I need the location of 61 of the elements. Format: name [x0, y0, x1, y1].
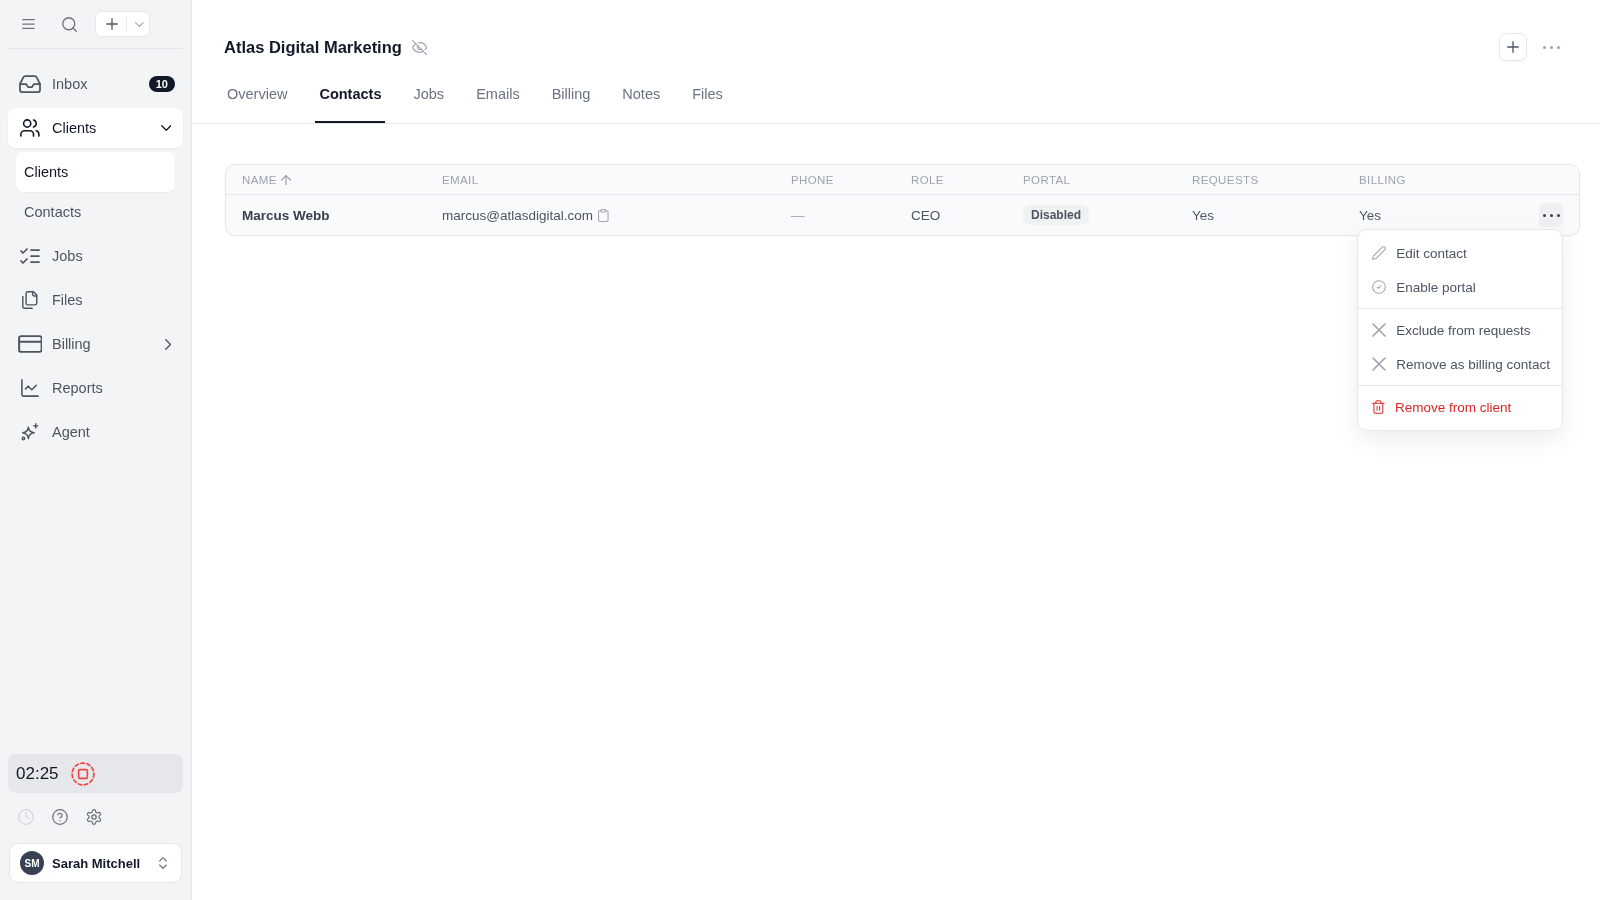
nav-item[interactable]: Jobs: [8, 236, 183, 276]
email-address: marcus@atlasdigital.com: [442, 207, 593, 223]
dots-icon: [1542, 213, 1560, 217]
nav-subitem[interactable]: Clients: [16, 152, 175, 192]
menu-item[interactable]: Exclude from requests: [1358, 313, 1562, 347]
sparkle-icon: [21, 423, 39, 441]
contact-name: Marcus Webb: [242, 207, 330, 223]
x-icon: [1372, 323, 1387, 337]
pencil-icon: [1372, 246, 1387, 260]
more-icon[interactable]: [1543, 45, 1560, 49]
plus-icon: [1507, 41, 1519, 53]
timer-text: 02:25: [16, 763, 59, 784]
tab[interactable]: Contacts: [315, 73, 386, 123]
users-icon: [20, 119, 40, 137]
tab[interactable]: Files: [688, 73, 727, 123]
menu-item[interactable]: Remove from client: [1358, 390, 1562, 424]
menu-item[interactable]: Remove as billing contact: [1358, 347, 1562, 381]
inbox-icon: [19, 75, 41, 93]
check-circle-icon: [1372, 280, 1387, 294]
caret-icon[interactable]: [134, 21, 144, 27]
user-menu-button[interactable]: SM Sarah Mitchell: [9, 843, 182, 883]
role-text: CEO: [911, 207, 941, 223]
plus-icon[interactable]: [105, 18, 118, 30]
chevron-up-down-icon: [159, 857, 167, 869]
new-item-button[interactable]: [94, 11, 150, 37]
line-chart-icon: [21, 379, 39, 397]
tab[interactable]: Overview: [223, 73, 292, 123]
clipboard-icon[interactable]: [598, 208, 609, 222]
nav-item[interactable]: Reports: [8, 368, 183, 408]
tab[interactable]: Notes: [618, 73, 665, 123]
tab[interactable]: Billing: [547, 73, 595, 123]
billing-value: Yes: [1359, 207, 1382, 223]
status-badge: Disabled: [1023, 205, 1089, 225]
trash-icon: [1372, 400, 1385, 414]
nav-subitem[interactable]: Contacts: [16, 192, 175, 232]
tab[interactable]: Jobs: [409, 73, 449, 123]
menu-item[interactable]: Enable portal: [1358, 270, 1562, 304]
nav-item[interactable]: Agent: [8, 412, 183, 452]
tab[interactable]: Emails: [472, 73, 524, 123]
count-badge: 10: [148, 76, 175, 92]
menu-item[interactable]: Edit contact: [1358, 236, 1562, 270]
help-icon[interactable]: [52, 809, 68, 825]
documents-icon: [21, 291, 39, 309]
add-button[interactable]: [1499, 33, 1527, 61]
nav-item[interactable]: Billing: [8, 324, 183, 364]
menu-icon[interactable]: [22, 19, 35, 29]
checklist-icon: [20, 247, 40, 265]
stop-icon[interactable]: [70, 761, 95, 786]
page-title: Atlas Digital Marketing: [224, 37, 402, 57]
requests-value: Yes: [1192, 207, 1215, 223]
nav-item[interactable]: Files: [8, 280, 183, 320]
credit-card-icon: [17, 335, 43, 353]
search-icon[interactable]: [61, 16, 77, 32]
nav-item[interactable]: Clients: [8, 108, 183, 148]
avatar: SM: [20, 851, 44, 875]
phone-value: —: [791, 207, 805, 223]
eye-slash-icon[interactable]: [411, 39, 427, 55]
row-actions-button[interactable]: [1539, 203, 1563, 227]
nav-item[interactable]: Inbox 10: [8, 64, 183, 104]
x-icon: [1372, 357, 1387, 371]
settings-icon[interactable]: [86, 809, 102, 825]
